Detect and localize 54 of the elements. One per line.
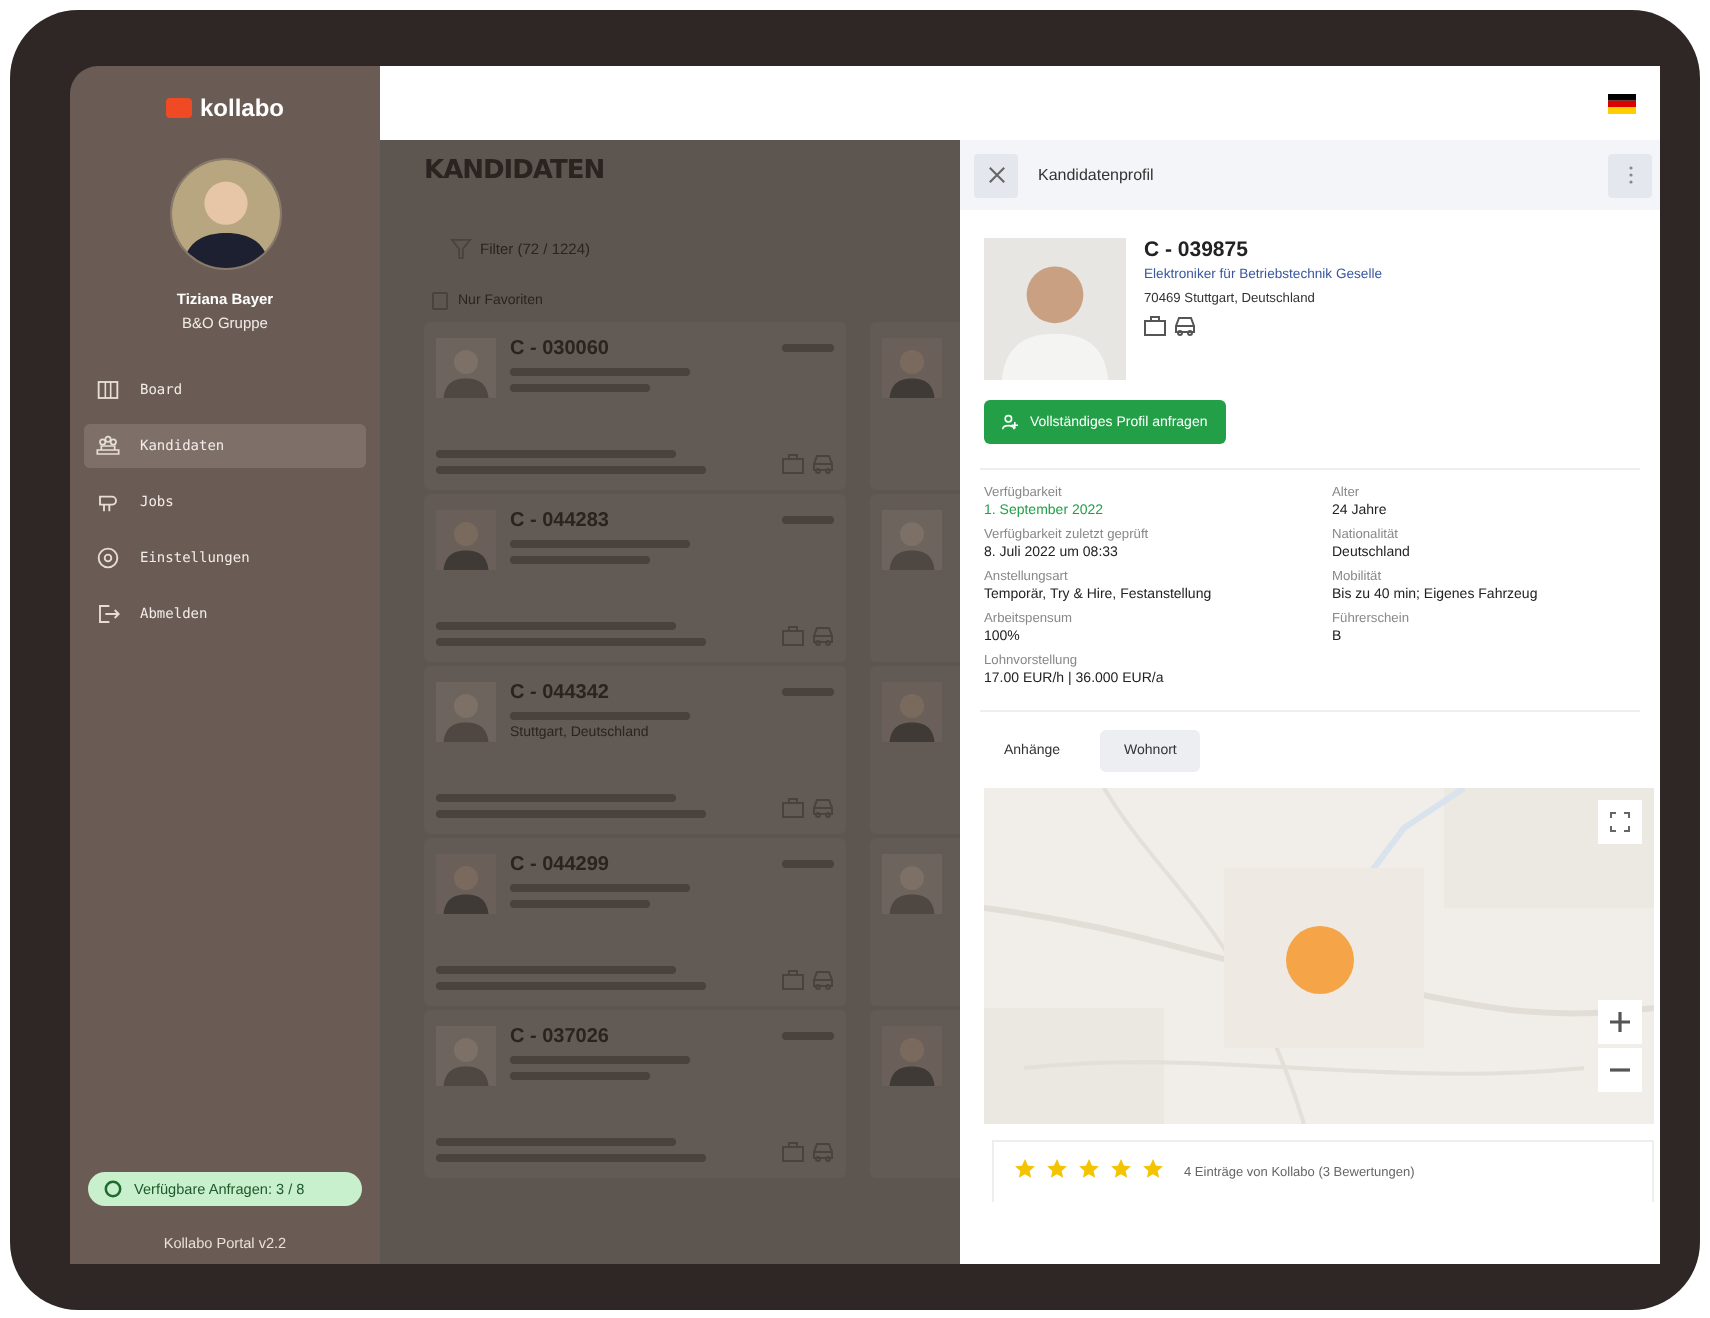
candidate-id: C - 044342 xyxy=(510,682,611,704)
car-icon xyxy=(812,970,834,990)
more-button[interactable] xyxy=(1608,153,1652,197)
panel-title: Kandidatenprofil xyxy=(1038,166,1156,184)
person-photo xyxy=(882,338,942,398)
candidate-id: C - 044299 xyxy=(510,854,611,876)
briefcase-icon xyxy=(782,798,804,818)
logo-text: kollabo xyxy=(199,94,284,122)
briefcase-icon xyxy=(782,1142,804,1162)
candidate-card[interactable]: C - 030060 xyxy=(424,322,846,490)
zoom-in-button[interactable] xyxy=(1598,1000,1642,1044)
user-avatar xyxy=(171,160,279,268)
person-photo xyxy=(882,510,942,570)
person-photo xyxy=(436,682,496,742)
candidate-card[interactable]: C - 044283 xyxy=(424,494,846,662)
fullscreen-button[interactable] xyxy=(1598,800,1642,844)
candidate-card[interactable]: C - 044299 xyxy=(424,838,846,1006)
close-icon xyxy=(987,166,1005,184)
progress-ring-icon xyxy=(104,1180,122,1198)
settings-icon xyxy=(96,546,120,570)
car-icon xyxy=(812,626,834,646)
candidate-id: C - 037026 xyxy=(510,1026,611,1048)
candidate-id: C - 039875 xyxy=(1144,238,1250,262)
candidate-id: C - 044283 xyxy=(510,510,611,532)
candidate-id: C - 030060 xyxy=(510,338,611,360)
more-icon xyxy=(1627,166,1633,184)
car-icon xyxy=(812,454,834,474)
car-icon xyxy=(812,798,834,818)
briefcase-icon xyxy=(782,626,804,646)
briefcase-icon xyxy=(782,970,804,990)
briefcase-icon xyxy=(1144,316,1166,336)
person-photo xyxy=(882,682,942,742)
person-photo xyxy=(436,854,496,914)
people-icon xyxy=(96,434,120,458)
candidate-card[interactable]: C - 037026 xyxy=(424,1010,846,1178)
person-photo xyxy=(984,238,1126,380)
logo-icon xyxy=(165,98,192,118)
fullscreen-icon xyxy=(1610,812,1630,832)
plus-icon xyxy=(1610,1012,1630,1032)
board-icon xyxy=(96,378,120,402)
person-photo xyxy=(436,510,496,570)
minus-icon xyxy=(1610,1068,1630,1072)
car-icon xyxy=(1174,316,1196,336)
zoom-out-button[interactable] xyxy=(1598,1048,1642,1092)
logout-icon xyxy=(96,602,120,626)
car-icon xyxy=(812,1142,834,1162)
person-photo xyxy=(882,1026,942,1086)
briefcase-icon xyxy=(782,454,804,474)
person-photo xyxy=(436,1026,496,1086)
user-add-icon xyxy=(1002,414,1018,430)
person-photo xyxy=(436,338,496,398)
person-photo xyxy=(882,854,942,914)
close-button[interactable] xyxy=(974,153,1018,197)
german-flag-icon[interactable] xyxy=(1608,93,1636,113)
